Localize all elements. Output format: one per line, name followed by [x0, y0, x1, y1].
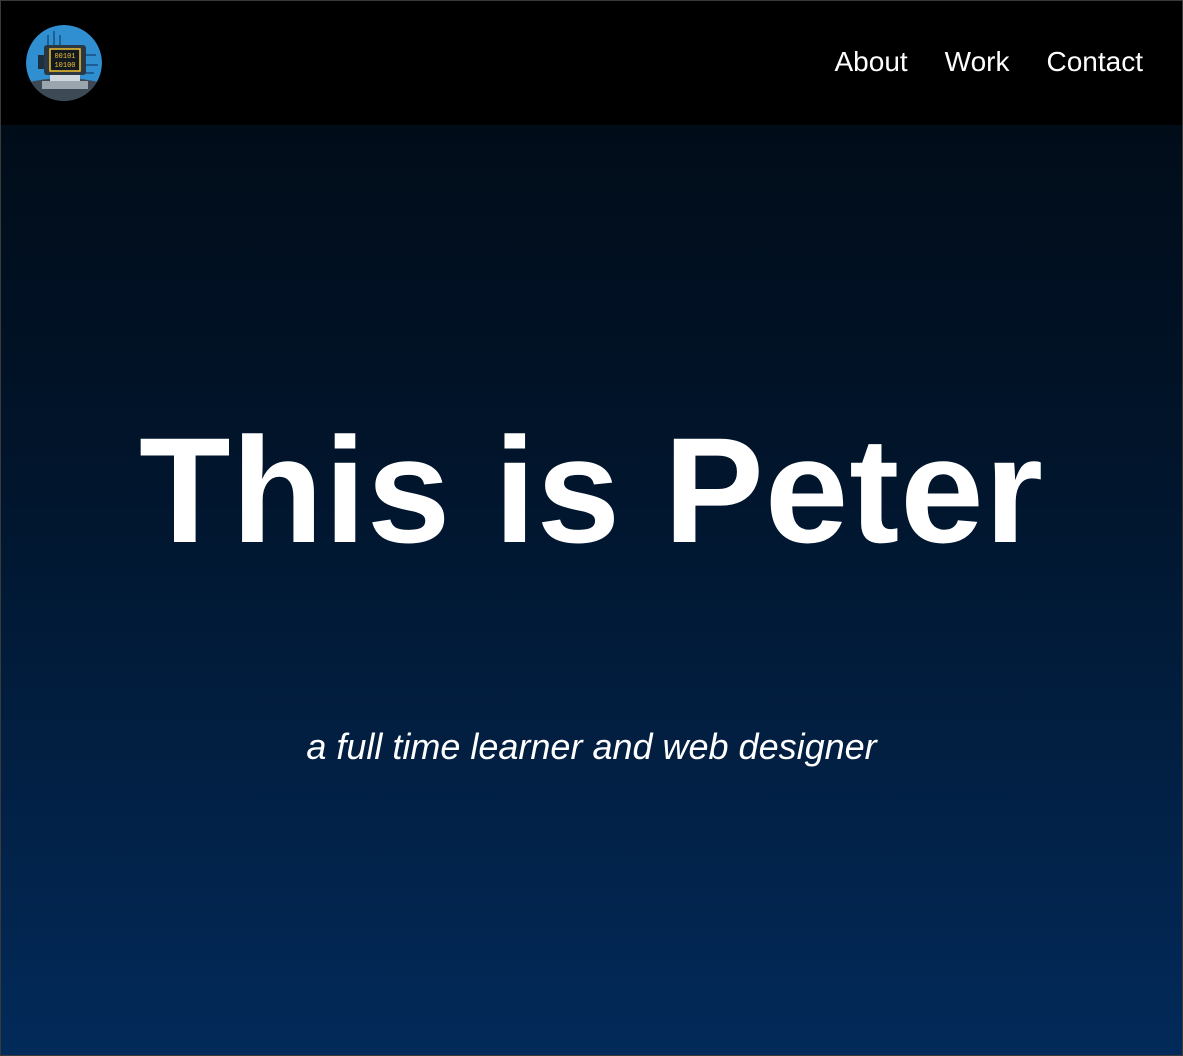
- nav-about-link[interactable]: About: [835, 45, 908, 79]
- nav-work-link[interactable]: Work: [945, 45, 1010, 79]
- logo-screen-line-2: 10100: [54, 62, 75, 70]
- computer-binary-logo-icon: 00101 10100: [26, 25, 102, 101]
- logo-link[interactable]: 00101 10100: [26, 25, 102, 101]
- hero-subtitle: a full time learner and web designer: [306, 726, 877, 767]
- hero-title: This is Peter: [138, 406, 1045, 574]
- site-header: 00101 10100 About Work Contact: [1, 1, 1182, 125]
- logo-screen-line-1: 00101: [54, 53, 75, 61]
- main-nav: About Work Contact: [798, 45, 1144, 79]
- nav-contact-link[interactable]: Contact: [1047, 45, 1144, 79]
